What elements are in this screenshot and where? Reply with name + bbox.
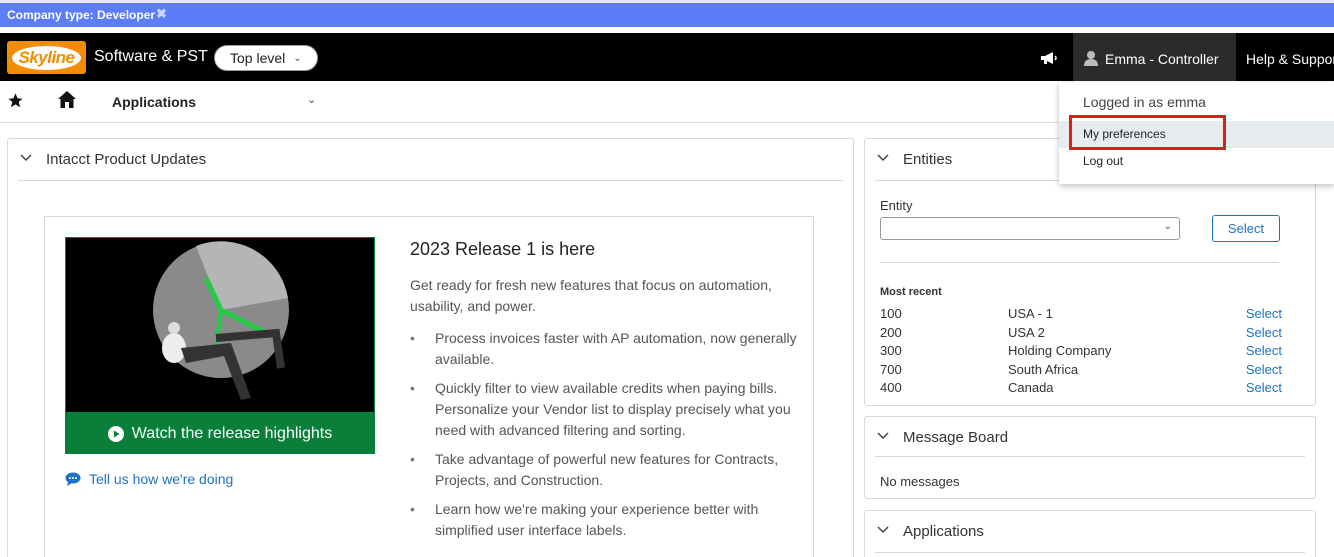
applications-menu[interactable]: Applications: [112, 94, 196, 110]
divider: [875, 552, 1305, 553]
table-row: 100 USA - 1 Select: [880, 306, 1282, 324]
table-row: 300 Holding Company Select: [880, 343, 1282, 361]
message-board-card: Message Board No messages: [864, 416, 1316, 499]
applications-card: Applications: [864, 510, 1316, 557]
logged-in-label: Logged in as emma: [1083, 94, 1206, 110]
table-row: 200 USA 2 Select: [880, 325, 1282, 343]
help-support-link[interactable]: Help & Support: [1246, 51, 1334, 67]
entity-name: South Africa: [1008, 362, 1079, 377]
user-menu-button[interactable]: Emma - Controller: [1073, 33, 1236, 81]
company-type-banner: Company type: Developer ✖: [0, 0, 1334, 27]
card-title: Entities: [903, 151, 953, 168]
play-icon: [107, 425, 124, 442]
home-icon[interactable]: [57, 90, 77, 109]
divider: [875, 456, 1305, 457]
empty-messages-text: No messages: [880, 474, 960, 489]
chevron-down-icon[interactable]: ⌄: [307, 93, 316, 106]
highlight-box: [1069, 115, 1226, 150]
card-header[interactable]: Intacct Product Updates: [8, 139, 853, 181]
feedback-link[interactable]: Tell us how we're doing: [65, 471, 233, 487]
entity-id: 400: [880, 380, 902, 395]
release-video-thumbnail[interactable]: [65, 237, 375, 413]
release-bullets: Process invoices faster with AP automati…: [410, 328, 800, 549]
watch-label: Watch the release highlights: [131, 424, 333, 442]
entity-name: Holding Company: [1008, 343, 1112, 358]
entity-id: 100: [880, 306, 902, 321]
chevron-down-icon[interactable]: [877, 154, 889, 162]
entity-select-link[interactable]: Select: [1246, 380, 1282, 395]
entity-id: 200: [880, 325, 902, 340]
card-header[interactable]: Applications: [865, 511, 1315, 553]
entity-select-button[interactable]: Select: [1212, 215, 1280, 242]
entity-name: Canada: [1008, 380, 1054, 395]
card-header[interactable]: Message Board: [865, 417, 1315, 459]
card-title: Message Board: [903, 429, 1009, 446]
entity-select-link[interactable]: Select: [1246, 306, 1282, 321]
user-icon: [1084, 51, 1098, 66]
card-title: Applications: [903, 523, 984, 540]
divider: [18, 180, 843, 181]
table-row: 400 Canada Select: [880, 380, 1282, 398]
chevron-down-icon[interactable]: [877, 526, 889, 534]
close-icon[interactable]: ✖: [156, 6, 167, 22]
level-label: Top level: [230, 50, 286, 66]
clock-illustration: [153, 241, 289, 400]
entity-name: USA 2: [1008, 325, 1045, 340]
entity-label: Entity: [880, 198, 913, 213]
level-selector[interactable]: Top level ⌄: [214, 45, 318, 71]
entity-name: USA - 1: [1008, 306, 1053, 321]
most-recent-label: Most recent: [880, 286, 942, 298]
entity-select-link[interactable]: Select: [1246, 325, 1282, 340]
table-row: 700 South Africa Select: [880, 362, 1282, 380]
company-logo[interactable]: Skyline: [7, 41, 86, 74]
entity-id: 300: [880, 343, 902, 358]
chevron-down-icon: ⌄: [293, 52, 302, 64]
log-out-item[interactable]: Log out: [1083, 154, 1123, 168]
logo-text: Skyline: [12, 45, 81, 70]
product-updates-card: Intacct Product Updates Watch the releas…: [7, 138, 854, 557]
chevron-down-icon[interactable]: [20, 154, 32, 162]
megaphone-icon[interactable]: [1040, 51, 1058, 65]
release-panel: Watch the release highlights Tell us how…: [44, 216, 814, 557]
release-title: 2023 Release 1 is here: [410, 239, 596, 259]
list-item: Take advantage of powerful new features …: [410, 449, 800, 491]
chevron-down-icon: ⌄: [1163, 221, 1172, 232]
divider: [880, 262, 1279, 263]
list-item: Learn how we're making your experience b…: [410, 499, 800, 541]
company-name: Software & PST: [94, 48, 208, 65]
card-title: Intacct Product Updates: [46, 151, 207, 168]
chat-icon: [65, 472, 81, 486]
entity-select-link[interactable]: Select: [1246, 362, 1282, 377]
user-name-label: Emma - Controller: [1105, 51, 1219, 67]
top-header: Skyline Software & PST Top level ⌄ Emma …: [0, 33, 1334, 81]
chevron-down-icon[interactable]: [877, 432, 889, 440]
entity-select-link[interactable]: Select: [1246, 343, 1282, 358]
entity-dropdown[interactable]: ⌄: [880, 217, 1180, 240]
list-item: Process invoices faster with AP automati…: [410, 328, 800, 370]
star-icon[interactable]: [7, 92, 24, 109]
feedback-label: Tell us how we're doing: [89, 471, 234, 487]
list-item: Quickly filter to view available credits…: [410, 378, 800, 441]
entity-id: 700: [880, 362, 902, 377]
company-type-label: Company type: Developer: [7, 8, 156, 22]
release-intro: Get ready for fresh new features that fo…: [410, 277, 772, 314]
watch-highlights-button[interactable]: Watch the release highlights: [65, 413, 375, 454]
